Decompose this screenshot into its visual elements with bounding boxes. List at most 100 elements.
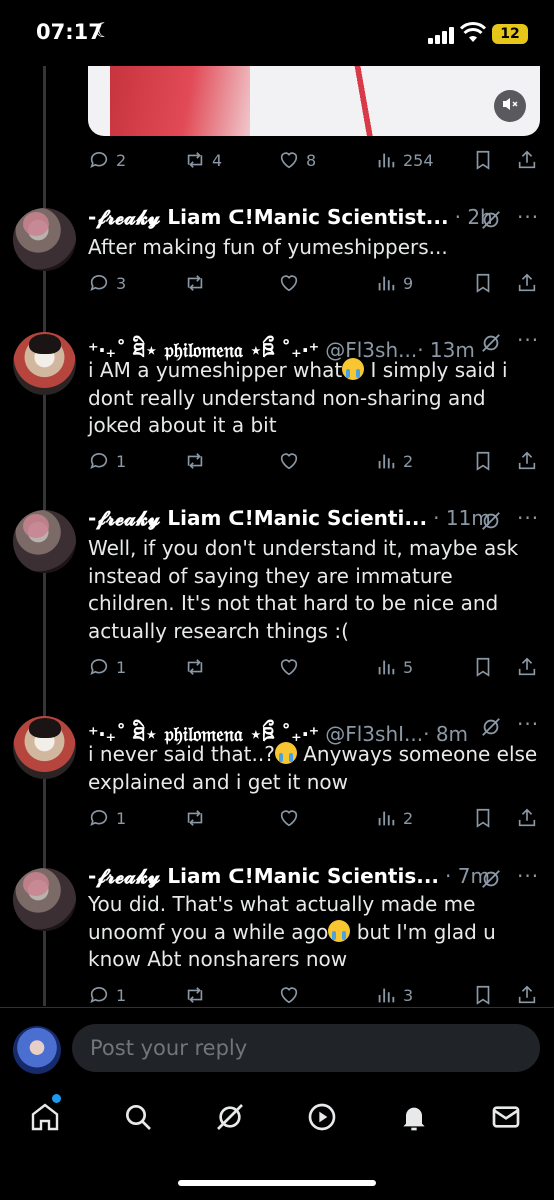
more-dots-icon[interactable]: ··· — [517, 506, 539, 530]
reply-button[interactable]: 1 — [88, 980, 126, 1010]
share-button[interactable] — [516, 980, 538, 1010]
more-dots-icon[interactable]: ··· — [517, 205, 539, 229]
media-video[interactable] — [88, 66, 540, 136]
tab-home[interactable] — [29, 1101, 65, 1137]
reply-input[interactable] — [72, 1024, 540, 1072]
more-dots-icon[interactable]: ··· — [517, 712, 539, 736]
bookmark-button[interactable] — [472, 652, 494, 682]
bookmark-icon — [476, 985, 490, 1005]
repost-button[interactable] — [184, 652, 212, 682]
bookmark-icon — [476, 273, 490, 293]
share-button[interactable] — [516, 652, 538, 682]
views-button[interactable]: 2 — [375, 446, 413, 476]
more-dots-icon[interactable]: ··· — [517, 864, 539, 888]
grok-slash-icon[interactable] — [480, 868, 502, 890]
reply-count: 1 — [116, 451, 127, 471]
share-button[interactable] — [516, 145, 538, 175]
heart-icon — [280, 810, 298, 827]
home-indicator — [178, 1180, 376, 1186]
share-upload-icon — [518, 451, 536, 470]
tweet-text-part: i never said that..? — [88, 742, 275, 766]
speech-bubble-icon — [90, 274, 108, 291]
wifi-icon — [460, 22, 486, 42]
like-button[interactable] — [278, 446, 306, 476]
tweet-text: After making fun of yumeshippers... — [88, 234, 540, 262]
bookmark-button[interactable] — [472, 145, 494, 175]
repost-button[interactable]: 4 — [184, 145, 222, 175]
grok-slash-icon[interactable] — [480, 209, 502, 231]
bar-chart-icon — [378, 276, 395, 291]
views-button[interactable]: 254 — [375, 145, 434, 175]
views-button[interactable]: 2 — [375, 803, 413, 833]
avatar[interactable] — [13, 208, 76, 271]
repost-button[interactable] — [184, 446, 212, 476]
bar-chart-icon — [378, 153, 395, 168]
like-button[interactable]: 8 — [278, 145, 316, 175]
grok-slash-icon[interactable] — [480, 332, 502, 354]
bookmark-button[interactable] — [472, 446, 494, 476]
display-name[interactable]: -𝓯𝓻𝓮𝓪𝓴𝔂 Liam ᑕ!Manic Scienti... — [88, 506, 427, 530]
reply-button[interactable]: 2 — [88, 145, 126, 175]
share-button[interactable] — [516, 803, 538, 833]
tab-messages[interactable] — [490, 1101, 526, 1137]
like-button[interactable] — [278, 652, 306, 682]
notification-dot — [52, 1094, 61, 1103]
reply-button[interactable]: 3 — [88, 268, 126, 298]
reply-button[interactable]: 1 — [88, 803, 126, 833]
bookmark-icon — [476, 150, 490, 170]
views-button[interactable]: 3 — [375, 980, 413, 1010]
battery-icon: 12 — [492, 24, 528, 44]
avatar[interactable] — [13, 716, 76, 779]
repost-button[interactable] — [184, 980, 212, 1010]
like-button[interactable] — [278, 268, 306, 298]
view-count: 254 — [403, 150, 434, 170]
display-name[interactable]: -𝓯𝓻𝓮𝓪𝓴𝔂 Liam ᑕ!Manic Scientist... — [88, 205, 449, 229]
repost-button[interactable] — [184, 803, 212, 833]
loudly-crying-face-emoji — [328, 919, 351, 942]
avatar[interactable] — [13, 868, 76, 931]
avatar[interactable] — [13, 1026, 61, 1074]
repost-button[interactable] — [184, 268, 212, 298]
bookmark-button[interactable] — [472, 980, 494, 1010]
display-name[interactable]: -𝓯𝓻𝓮𝓪𝓴𝔂 Liam ᑕ!Manic Scientis... — [88, 864, 439, 888]
reply-count: 3 — [116, 273, 127, 293]
like-button[interactable] — [278, 980, 306, 1010]
more-dots-icon[interactable]: ··· — [517, 328, 539, 352]
media-content — [110, 66, 250, 136]
avatar[interactable] — [13, 510, 76, 573]
tab-grok[interactable] — [214, 1101, 250, 1137]
bar-chart-icon — [378, 660, 395, 675]
view-count: 2 — [403, 808, 414, 828]
repost-arrows-icon — [187, 275, 203, 291]
share-upload-icon — [518, 150, 536, 169]
heart-icon — [280, 453, 298, 470]
mute-button[interactable] — [494, 90, 526, 122]
share-upload-icon — [518, 657, 536, 676]
grok-slash-icon[interactable] — [480, 510, 502, 532]
views-button[interactable]: 9 — [375, 268, 413, 298]
views-button[interactable]: 5 — [375, 652, 413, 682]
tweet-text: You did. That's what actually made me un… — [88, 891, 540, 974]
home-icon — [31, 1103, 59, 1131]
tweet-actions: 12 — [88, 446, 540, 476]
reply-button[interactable]: 1 — [88, 446, 126, 476]
tweet-header: -𝓯𝓻𝓮𝓪𝓴𝔂 Liam ᑕ!Manic Scienti... · 11m — [88, 506, 491, 530]
grok-slash-icon[interactable] — [480, 716, 502, 738]
tab-video[interactable] — [306, 1101, 342, 1137]
tweet-header: -𝓯𝓻𝓮𝓪𝓴𝔂 Liam ᑕ!Manic Scientist... · 2h — [88, 205, 493, 229]
speech-bubble-icon — [90, 452, 108, 469]
share-button[interactable] — [516, 268, 538, 298]
avatar[interactable] — [13, 332, 76, 395]
bookmark-button[interactable] — [472, 268, 494, 298]
bookmark-icon — [476, 657, 490, 677]
tweet-actions: 39 — [88, 268, 540, 298]
search-icon — [126, 1105, 151, 1130]
bell-icon — [403, 1107, 425, 1131]
tab-search[interactable] — [122, 1101, 158, 1137]
bookmark-button[interactable] — [472, 803, 494, 833]
share-button[interactable] — [516, 446, 538, 476]
tweet-actions: 15 — [88, 652, 540, 682]
like-button[interactable] — [278, 803, 306, 833]
tab-notifications[interactable] — [398, 1101, 434, 1137]
reply-button[interactable]: 1 — [88, 652, 126, 682]
